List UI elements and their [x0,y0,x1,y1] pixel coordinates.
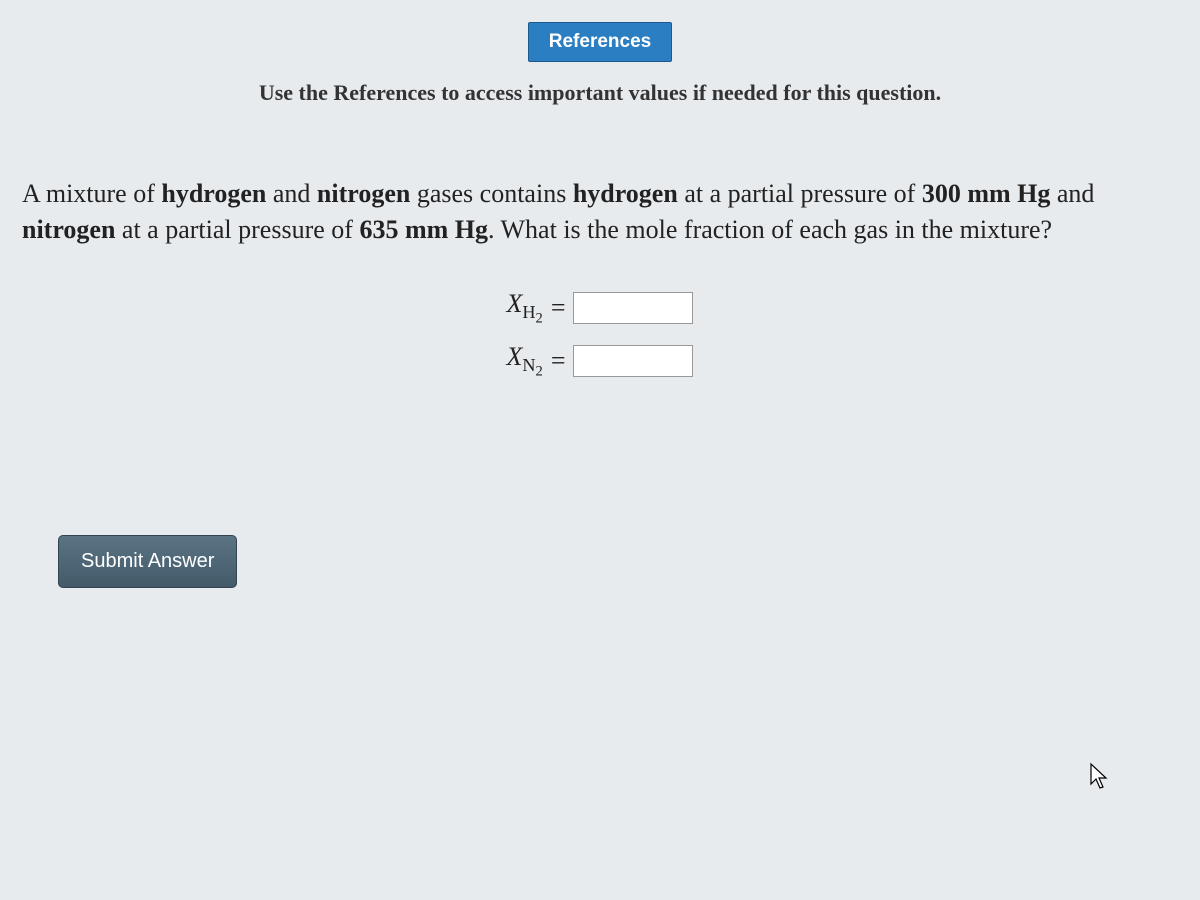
references-button[interactable]: References [528,22,672,62]
references-instruction: Use the References to access important v… [0,80,1200,106]
q-text: and [266,179,317,208]
symbol-x: X [507,289,523,318]
answers-area: XH2 = XN2 = [0,289,1200,381]
q-text: gases contains [410,179,572,208]
mole-fraction-h2-input[interactable] [573,292,693,324]
q-text: A mixture of [22,179,161,208]
cursor-icon [1088,762,1110,790]
q-text: . What is the mole fraction of each gas … [488,215,1052,244]
mole-fraction-n2-label: XN2 [507,342,543,381]
symbol-x: X [507,342,523,371]
equals-sign: = [551,346,566,376]
sub-letter: N [522,355,535,375]
mole-fraction-n2-input[interactable] [573,345,693,377]
submit-answer-button[interactable]: Submit Answer [58,535,237,588]
q-bold-hydrogen-1: hydrogen [161,179,266,208]
equals-sign: = [551,293,566,323]
sub-number: 2 [536,363,543,379]
answer-row-h2: XH2 = [507,289,694,328]
question-text: A mixture of hydrogen and nitrogen gases… [0,176,1200,249]
answer-row-n2: XN2 = [507,342,694,381]
q-bold-nitrogen-1: nitrogen [317,179,410,208]
sub-letter: H [522,302,535,322]
q-bold-nitrogen-2: nitrogen [22,215,115,244]
q-bold-pressure-1: 300 mm Hg [922,179,1051,208]
q-bold-hydrogen-2: hydrogen [573,179,678,208]
q-bold-pressure-2: 635 mm Hg [359,215,488,244]
subscript-h: H2 [522,302,542,322]
mole-fraction-h2-label: XH2 [507,289,543,328]
q-text: at a partial pressure of [678,179,922,208]
q-text: at a partial pressure of [115,215,359,244]
subscript-n: N2 [522,355,542,375]
q-text: and [1050,179,1094,208]
header-row: References [0,0,1200,62]
sub-number: 2 [536,311,543,327]
